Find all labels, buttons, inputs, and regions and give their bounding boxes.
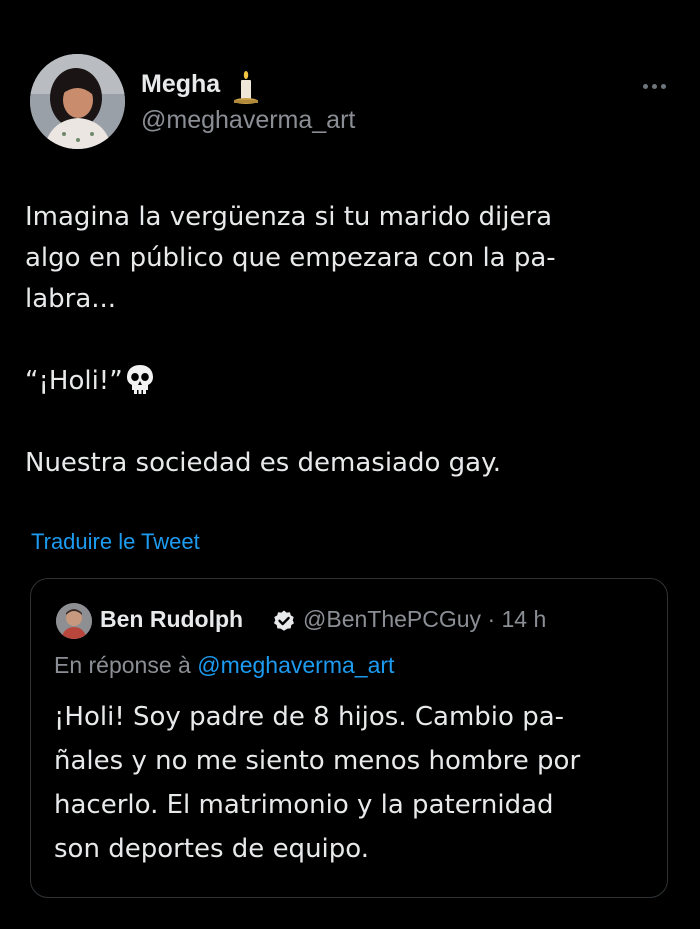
translate-tweet-link[interactable]: Traduire le Tweet (31, 529, 200, 555)
skull-icon (126, 365, 153, 394)
more-dot (660, 83, 666, 89)
quoted-line: ¡Holi! Soy padre de 8 hijos. Cambio pa- (54, 702, 565, 732)
author-avatar[interactable] (30, 54, 125, 149)
quoted-author-name[interactable]: Ben Rudolph (100, 606, 243, 633)
author-handle[interactable]: @meghaverma_art (141, 106, 355, 135)
quoted-meta: @BenThePCGuy · 14 h (303, 606, 546, 633)
quoted-author-avatar[interactable] (56, 603, 92, 639)
tweet-line: Imagina la vergüenza si tu marido dijera (25, 202, 553, 232)
reply-mention-link[interactable]: @meghaverma_art (197, 652, 394, 678)
candle-icon (234, 71, 258, 104)
tweet-line: “¡Holi!” (25, 366, 123, 396)
quoted-line: ñales y no me siento menos hombre por (54, 746, 581, 776)
verified-icon (274, 610, 294, 631)
tweet-line-holi: “¡Holi!” (25, 361, 675, 402)
author-avatar-image (30, 54, 125, 149)
reply-prefix: En réponse à (54, 652, 191, 678)
more-dot (642, 83, 648, 89)
quoted-tweet-text: ¡Holi! Soy padre de 8 hijos. Cambio pa- … (54, 695, 664, 871)
tweet-line: Nuestra sociedad es demasiado gay. (25, 448, 502, 478)
quoted-author-handle[interactable]: @BenThePCGuy (303, 606, 481, 632)
more-dot (651, 83, 657, 89)
tweet-line: labra... (25, 284, 117, 314)
quoted-reply-context: En réponse à @meghaverma_art (54, 652, 394, 679)
quoted-timestamp[interactable]: 14 h (502, 606, 547, 632)
quoted-line: hacerlo. El matrimonio y la paternidad (54, 790, 554, 820)
author-display-name[interactable]: Megha (141, 70, 220, 99)
quoted-avatar-image (56, 603, 92, 639)
meta-separator: · (487, 606, 496, 632)
quoted-line: son deportes de equipo. (54, 834, 369, 864)
tweet-text: Imagina la vergüenza si tu marido dijera… (25, 197, 675, 484)
tweet-line: algo en público que empezara con la pa- (25, 243, 556, 273)
more-options-icon[interactable] (637, 76, 671, 96)
